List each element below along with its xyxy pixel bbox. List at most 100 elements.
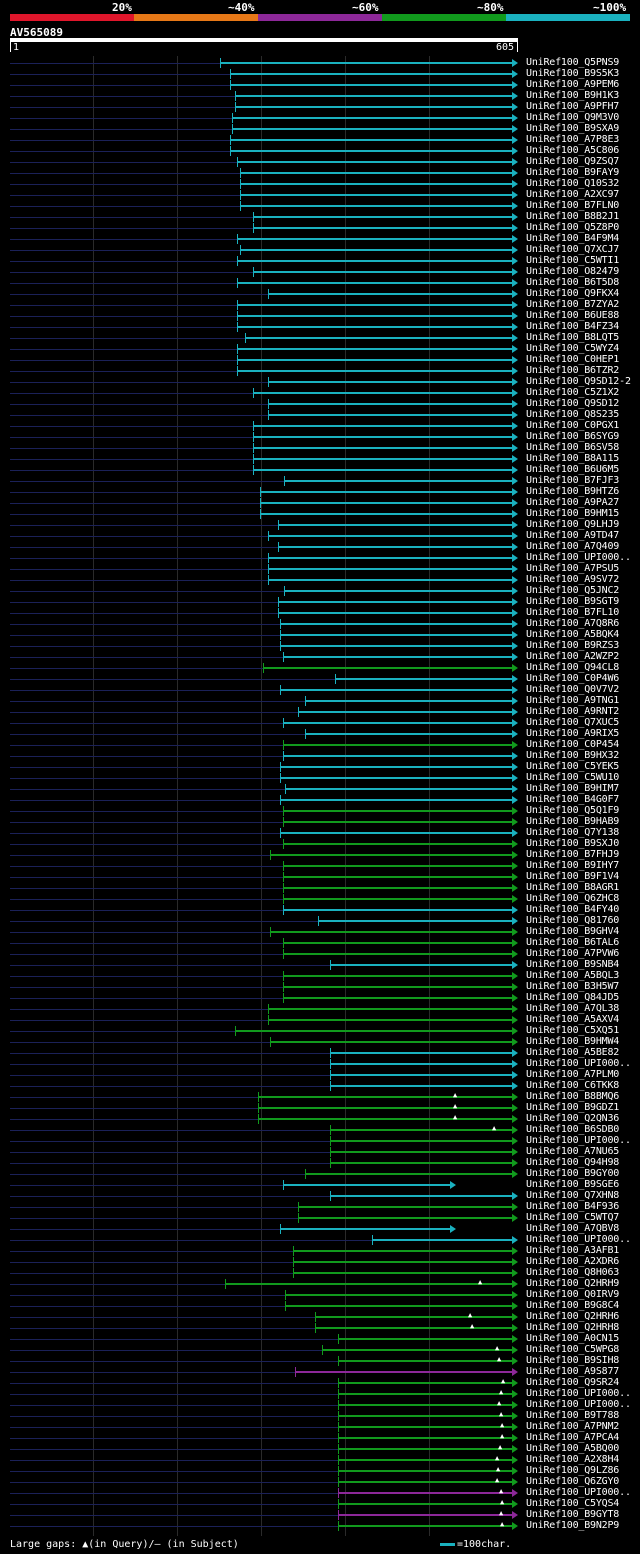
alignment-bar[interactable]	[338, 1492, 512, 1494]
hit-name-link[interactable]: UniRef100_A7PNM2	[526, 1421, 619, 1432]
alignment-bar[interactable]	[283, 821, 512, 823]
alignment-bar[interactable]	[260, 513, 512, 515]
hit-name-link[interactable]: UniRef100_B9HX32	[526, 750, 619, 761]
hit-name-link[interactable]: UniRef100_UPI000..	[526, 1234, 631, 1245]
alignment-bar[interactable]	[298, 711, 512, 713]
alignment-bar[interactable]	[285, 1305, 512, 1307]
hit-name-link[interactable]: UniRef100_B6TZR2	[526, 365, 619, 376]
alignment-bar[interactable]	[283, 744, 512, 746]
alignment-bar[interactable]	[235, 106, 512, 108]
hit-name-link[interactable]: UniRef100_Q94CL8	[526, 662, 619, 673]
alignment-bar[interactable]	[338, 1360, 512, 1362]
hit-name-link[interactable]: UniRef100_B9F1V4	[526, 871, 619, 882]
alignment-bar[interactable]	[270, 1041, 512, 1043]
alignment-bar[interactable]	[268, 414, 512, 416]
alignment-bar[interactable]	[225, 1283, 512, 1285]
hit-name-link[interactable]: UniRef100_A7NU65	[526, 1146, 619, 1157]
alignment-bar[interactable]	[338, 1415, 512, 1417]
hit-name-link[interactable]: UniRef100_B8LQT5	[526, 332, 619, 343]
hit-name-link[interactable]: UniRef100_A7PSU5	[526, 563, 619, 574]
hit-name-link[interactable]: UniRef100_A3AFB1	[526, 1245, 619, 1256]
alignment-bar[interactable]	[285, 788, 512, 790]
hit-name-link[interactable]: UniRef100_C6TKK8	[526, 1080, 619, 1091]
alignment-bar[interactable]	[283, 953, 512, 955]
alignment-bar[interactable]	[253, 447, 512, 449]
hit-name-link[interactable]: UniRef100_C5XQ51	[526, 1025, 619, 1036]
hit-name-link[interactable]: UniRef100_Q5Q1F9	[526, 805, 619, 816]
hit-name-link[interactable]: UniRef100_Q9SD12	[526, 398, 619, 409]
alignment-bar[interactable]	[230, 150, 512, 152]
hit-name-link[interactable]: UniRef100_Q94H98	[526, 1157, 619, 1168]
alignment-bar[interactable]	[237, 260, 512, 262]
alignment-bar[interactable]	[253, 469, 512, 471]
alignment-bar[interactable]	[338, 1437, 512, 1439]
alignment-bar[interactable]	[283, 975, 512, 977]
alignment-bar[interactable]	[283, 986, 512, 988]
hit-name-link[interactable]: UniRef100_O82479	[526, 266, 619, 277]
hit-name-link[interactable]: UniRef100_B9HIM7	[526, 783, 619, 794]
hit-name-link[interactable]: UniRef100_A5BQK4	[526, 629, 619, 640]
alignment-bar[interactable]	[258, 1107, 512, 1109]
alignment-bar[interactable]	[283, 942, 512, 944]
alignment-bar[interactable]	[253, 436, 512, 438]
hit-name-link[interactable]: UniRef100_Q9LHJ9	[526, 519, 619, 530]
alignment-bar[interactable]	[263, 667, 512, 669]
hit-name-link[interactable]: UniRef100_Q84JD5	[526, 992, 619, 1003]
alignment-bar[interactable]	[298, 1217, 512, 1219]
alignment-bar[interactable]	[280, 623, 512, 625]
hit-name-link[interactable]: UniRef100_UPI000..	[526, 1135, 631, 1146]
alignment-bar[interactable]	[268, 579, 512, 581]
alignment-bar[interactable]	[322, 1349, 512, 1351]
alignment-bar[interactable]	[237, 370, 512, 372]
alignment-bar[interactable]	[268, 293, 512, 295]
hit-name-link[interactable]: UniRef100_Q7XHN8	[526, 1190, 619, 1201]
hit-name-link[interactable]: UniRef100_B4FY40	[526, 904, 619, 915]
hit-name-link[interactable]: UniRef100_Q9LZ86	[526, 1465, 619, 1476]
alignment-bar[interactable]	[230, 139, 512, 141]
alignment-bar[interactable]	[335, 678, 512, 680]
hit-name-link[interactable]: UniRef100_A7PVW6	[526, 948, 619, 959]
alignment-bar[interactable]	[253, 216, 512, 218]
hit-name-link[interactable]: UniRef100_Q9FKX4	[526, 288, 619, 299]
hit-name-link[interactable]: UniRef100_C5YEK5	[526, 761, 619, 772]
alignment-bar[interactable]	[338, 1481, 512, 1483]
hit-name-link[interactable]: UniRef100_A9S877	[526, 1366, 619, 1377]
hit-name-link[interactable]: UniRef100_Q2HRH6	[526, 1311, 619, 1322]
alignment-bar[interactable]	[280, 634, 512, 636]
alignment-bar[interactable]	[283, 843, 512, 845]
hit-name-link[interactable]: UniRef100_A2XDR6	[526, 1256, 619, 1267]
alignment-bar[interactable]	[237, 315, 512, 317]
hit-name-link[interactable]: UniRef100_A5AXV4	[526, 1014, 619, 1025]
hit-name-link[interactable]: UniRef100_C0PGX1	[526, 420, 619, 431]
alignment-bar[interactable]	[330, 1074, 512, 1076]
hit-name-link[interactable]: UniRef100_C5WTI1	[526, 255, 619, 266]
alignment-bar[interactable]	[268, 557, 512, 559]
alignment-bar[interactable]	[372, 1239, 512, 1241]
hit-name-link[interactable]: UniRef100_B6SYG9	[526, 431, 619, 442]
alignment-bar[interactable]	[260, 491, 512, 493]
alignment-bar[interactable]	[293, 1272, 512, 1274]
hit-name-link[interactable]: UniRef100_B9S5K3	[526, 68, 619, 79]
alignment-bar[interactable]	[330, 1151, 512, 1153]
alignment-bar[interactable]	[305, 733, 512, 735]
alignment-bar[interactable]	[338, 1338, 512, 1340]
hit-name-link[interactable]: UniRef100_B6SV58	[526, 442, 619, 453]
hit-name-link[interactable]: UniRef100_Q9M3V0	[526, 112, 619, 123]
alignment-bar[interactable]	[280, 766, 512, 768]
hit-name-link[interactable]: UniRef100_Q9SR24	[526, 1377, 619, 1388]
hit-name-link[interactable]: UniRef100_B7ZYA2	[526, 299, 619, 310]
alignment-bar[interactable]	[293, 1261, 512, 1263]
hit-name-link[interactable]: UniRef100_Q2HRH8	[526, 1322, 619, 1333]
hit-name-link[interactable]: UniRef100_B3H5W7	[526, 981, 619, 992]
hit-name-link[interactable]: UniRef100_B6T5D8	[526, 277, 619, 288]
alignment-bar[interactable]	[232, 117, 512, 119]
hit-name-link[interactable]: UniRef100_Q81760	[526, 915, 619, 926]
alignment-bar[interactable]	[258, 1118, 512, 1120]
hit-name-link[interactable]: UniRef100_B9IHY7	[526, 860, 619, 871]
hit-name-link[interactable]: UniRef100_B4F9M4	[526, 233, 619, 244]
alignment-bar[interactable]	[330, 1162, 512, 1164]
alignment-bar[interactable]	[330, 1063, 512, 1065]
alignment-bar[interactable]	[280, 799, 512, 801]
hit-name-link[interactable]: UniRef100_C5WPG8	[526, 1344, 619, 1355]
alignment-bar[interactable]	[283, 722, 512, 724]
